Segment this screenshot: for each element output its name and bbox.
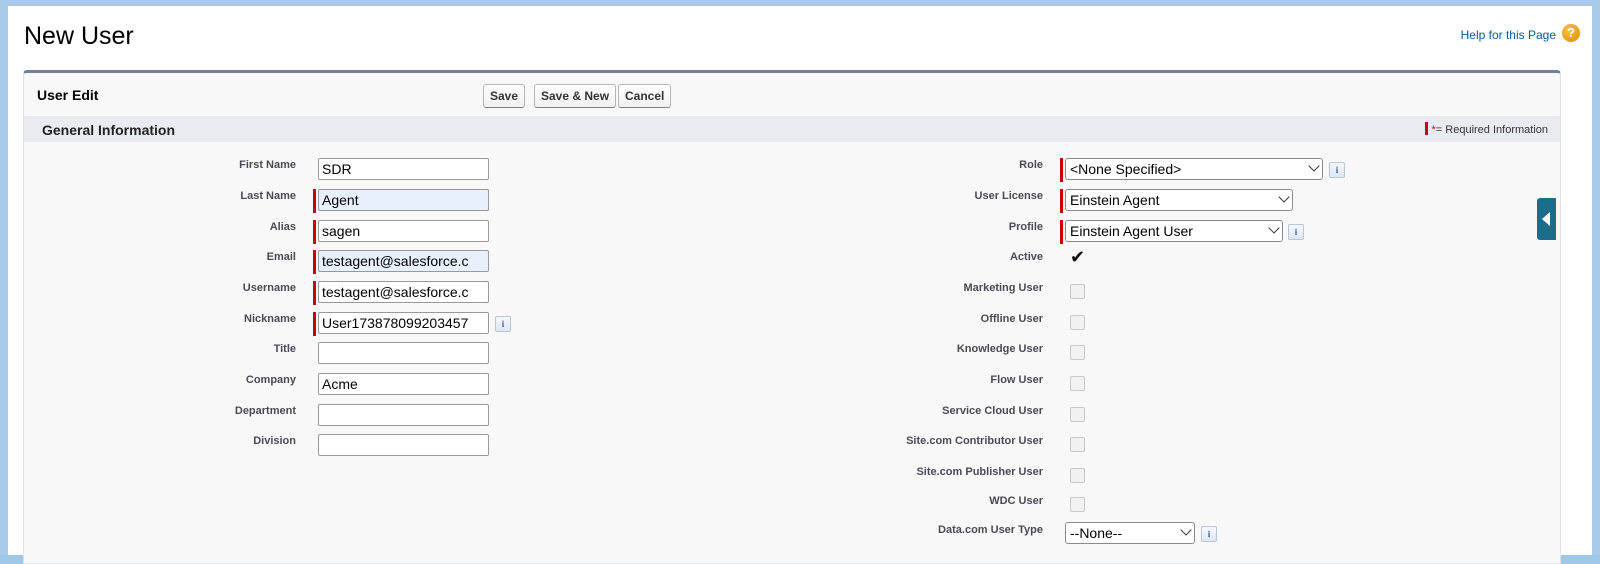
last-name-required-indicator — [313, 189, 316, 213]
help-icon[interactable]: ? — [1562, 24, 1580, 42]
alias-label: Alias — [269, 221, 296, 233]
active-checkbox[interactable]: ✔ — [1070, 247, 1085, 268]
title-input[interactable] — [318, 342, 489, 364]
knowledge-user-checkbox[interactable] — [1070, 345, 1085, 360]
sitecom-contributor-user-label: Site.com Contributor User — [906, 435, 1043, 447]
page-title: New User — [24, 22, 134, 50]
datacom-user-type-select[interactable]: --None-- — [1065, 522, 1195, 544]
save-button[interactable]: Save — [483, 84, 526, 108]
datacom-user-type-info-icon[interactable]: i — [1201, 526, 1217, 542]
role-label: Role — [1019, 159, 1043, 171]
knowledge-user-label: Knowledge User — [956, 343, 1043, 355]
role-info-icon[interactable]: i — [1329, 162, 1345, 178]
user-license-label: User License — [974, 190, 1043, 202]
chevron-down-icon — [1180, 524, 1192, 536]
flow-user-checkbox[interactable] — [1070, 376, 1085, 391]
service-cloud-user-checkbox[interactable] — [1070, 407, 1085, 422]
user-license-required-indicator — [1060, 189, 1063, 213]
department-input[interactable] — [318, 404, 489, 426]
flow-user-label: Flow User — [990, 374, 1043, 386]
chevron-down-icon — [1278, 191, 1290, 203]
wdc-user-label: WDC User — [989, 495, 1043, 507]
required-indicator-icon — [1424, 122, 1428, 135]
datacom-user-type-label: Data.com User Type — [938, 524, 1043, 536]
division-input[interactable] — [318, 434, 489, 456]
cancel-button[interactable]: Cancel — [618, 84, 672, 108]
offline-user-checkbox[interactable] — [1070, 315, 1085, 330]
sitecom-publisher-user-checkbox[interactable] — [1070, 468, 1085, 483]
profile-label: Profile — [1008, 221, 1043, 233]
marketing-user-checkbox[interactable] — [1070, 284, 1085, 299]
role-select[interactable]: <None Specified> — [1065, 158, 1323, 180]
nickname-info-icon[interactable]: i — [495, 316, 511, 332]
save-and-new-button[interactable]: Save & New — [534, 84, 617, 108]
marketing-user-label: Marketing User — [963, 282, 1043, 294]
section-title: User Edit — [37, 87, 99, 103]
first-name-input[interactable] — [318, 158, 489, 180]
division-label: Division — [253, 435, 296, 447]
nickname-required-indicator — [313, 312, 316, 336]
service-cloud-user-label: Service Cloud User — [942, 405, 1043, 417]
offline-user-label: Offline User — [980, 313, 1043, 325]
profile-info-icon[interactable]: i — [1288, 224, 1304, 240]
email-label: Email — [266, 251, 296, 263]
email-input[interactable] — [318, 250, 489, 272]
sitecom-publisher-user-label: Site.com Publisher User — [916, 466, 1043, 478]
username-input[interactable] — [318, 281, 489, 303]
profile-required-indicator — [1060, 220, 1063, 244]
required-legend: *= Required Information — [1424, 122, 1548, 136]
wdc-user-checkbox[interactable] — [1070, 497, 1085, 512]
last-name-label: Last Name — [240, 190, 296, 202]
nickname-input[interactable] — [318, 312, 489, 334]
sitecom-contributor-user-checkbox[interactable] — [1070, 437, 1085, 452]
company-input[interactable] — [318, 373, 489, 395]
title-label: Title — [273, 343, 296, 355]
page-content: New User Help for this Page ? User Edit … — [8, 6, 1592, 564]
active-label: Active — [1009, 251, 1043, 263]
user-license-select[interactable]: Einstein Agent — [1065, 189, 1293, 211]
nickname-label: Nickname — [244, 313, 296, 325]
username-label: Username — [242, 282, 296, 294]
username-required-indicator — [313, 281, 316, 305]
profile-select[interactable]: Einstein Agent User — [1065, 220, 1283, 242]
chevron-down-icon — [1308, 160, 1320, 172]
panel-header: User Edit Save Save & New Cancel — [24, 73, 1560, 113]
help-link[interactable]: Help for this Page — [1461, 28, 1556, 42]
department-label: Department — [234, 405, 296, 417]
general-information-title: General Information — [42, 122, 176, 138]
alias-required-indicator — [313, 220, 316, 244]
role-required-indicator — [1060, 158, 1063, 182]
user-edit-panel: User Edit Save Save & New Cancel General… — [23, 70, 1561, 564]
chevron-down-icon — [1268, 222, 1280, 234]
first-name-label: First Name — [239, 159, 296, 171]
general-information-header: General Information *= Required Informat… — [24, 115, 1560, 142]
alias-input[interactable] — [318, 220, 489, 242]
company-label: Company — [245, 374, 296, 386]
sidebar-toggle-tab[interactable] — [1537, 198, 1556, 240]
last-name-input[interactable] — [318, 189, 489, 211]
email-required-indicator — [313, 250, 316, 274]
